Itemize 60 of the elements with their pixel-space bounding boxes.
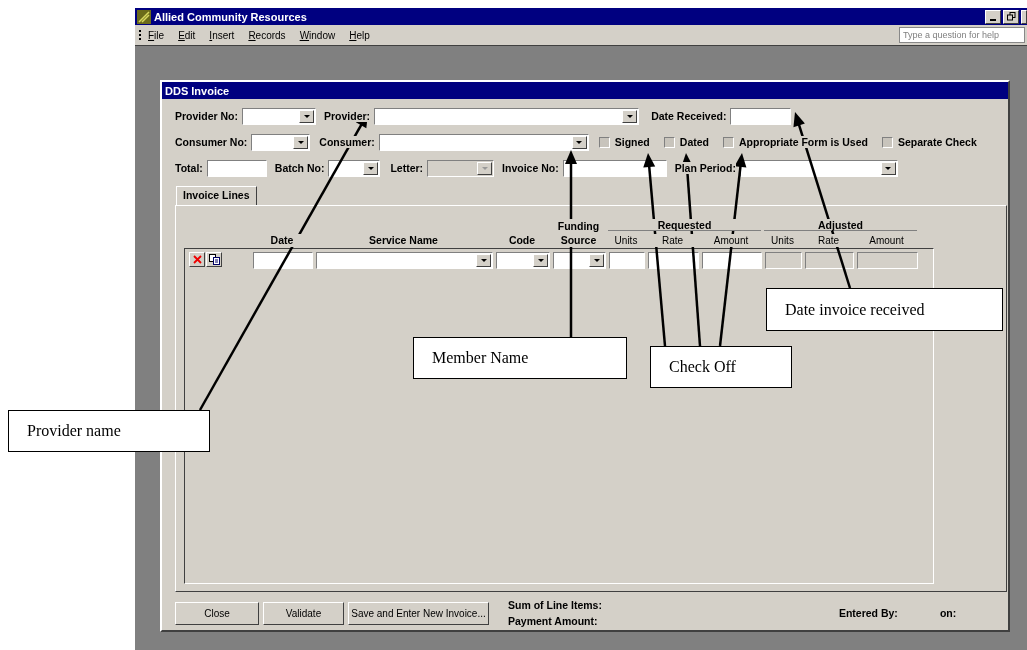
checkbox[interactable]: [663, 136, 675, 148]
menu-item[interactable]: Window: [299, 29, 336, 41]
menu-item[interactable]: Insert: [209, 29, 235, 41]
copy-button[interactable]: [206, 252, 222, 267]
field-label: Consumer:: [319, 136, 375, 148]
combo-box[interactable]: [251, 133, 311, 151]
column-group-header: Requested: [608, 219, 761, 230]
close-button[interactable]: [1021, 9, 1027, 24]
checkbox[interactable]: [723, 136, 734, 148]
checkbox-label: Signed: [614, 136, 650, 148]
form-button[interactable]: Close: [175, 601, 259, 625]
form-button[interactable]: Save and Enter New Invoice...: [348, 601, 489, 625]
input-field[interactable]: [253, 252, 313, 269]
field-label: Provider:: [324, 110, 371, 122]
field-label: Total:: [175, 162, 203, 174]
minimize-button[interactable]: [985, 9, 1001, 24]
checkbox-label: Dated: [679, 136, 709, 148]
input-field[interactable]: [609, 252, 645, 269]
combo-box[interactable]: [739, 159, 898, 177]
menu-item[interactable]: File: [148, 29, 165, 41]
restore-button[interactable]: [1003, 9, 1019, 24]
combo-box[interactable]: [242, 107, 316, 125]
input-field[interactable]: [730, 107, 792, 125]
field-label: Date Received:: [651, 110, 727, 122]
minimize-icon: [990, 18, 996, 21]
combo-box[interactable]: [496, 252, 550, 269]
tab[interactable]: Invoice Lines: [176, 186, 257, 205]
field-label: Provider No:: [175, 110, 238, 122]
callout-text: Member Name: [432, 349, 529, 367]
field-label: Letter:: [390, 162, 424, 174]
field-label: Invoice No:: [502, 162, 559, 174]
field-label: Batch No:: [274, 162, 325, 174]
combo-box[interactable]: [328, 159, 381, 177]
window-title: Allied Community Resources: [154, 10, 307, 23]
menu-item[interactable]: Help: [349, 29, 370, 41]
menu-item[interactable]: Edit: [178, 29, 196, 41]
help-search-field[interactable]: Type a question for help: [899, 27, 1025, 43]
input-field[interactable]: [562, 159, 667, 177]
callout-text: Check Off: [669, 358, 736, 376]
checkbox[interactable]: [881, 136, 893, 148]
input-field[interactable]: [702, 252, 762, 269]
checkbox-label: Appropriate Form is Used: [739, 136, 868, 148]
field-label: Consumer No:: [175, 136, 248, 148]
checkbox[interactable]: [598, 136, 610, 148]
field-label: Plan Period:: [674, 162, 736, 174]
callout-text: Provider name: [27, 422, 121, 440]
checkbox-label: Separate Check: [897, 136, 977, 148]
entered-by-label: Entered By:: [838, 607, 898, 619]
menu-grip-icon: [139, 30, 142, 40]
combo-box[interactable]: [553, 252, 606, 269]
restore-icon: [1006, 12, 1016, 21]
app-icon: [137, 9, 151, 24]
total-label: Sum of Line Items:: [508, 599, 602, 611]
delete-button[interactable]: [189, 252, 205, 267]
callout-text: Date invoice received: [785, 300, 925, 319]
form-button[interactable]: Validate: [263, 601, 344, 625]
form-title: DDS Invoice: [165, 84, 230, 97]
column-group-header: Adjusted: [764, 219, 917, 230]
input-field[interactable]: [206, 159, 267, 177]
menu-item[interactable]: Records: [248, 29, 286, 41]
